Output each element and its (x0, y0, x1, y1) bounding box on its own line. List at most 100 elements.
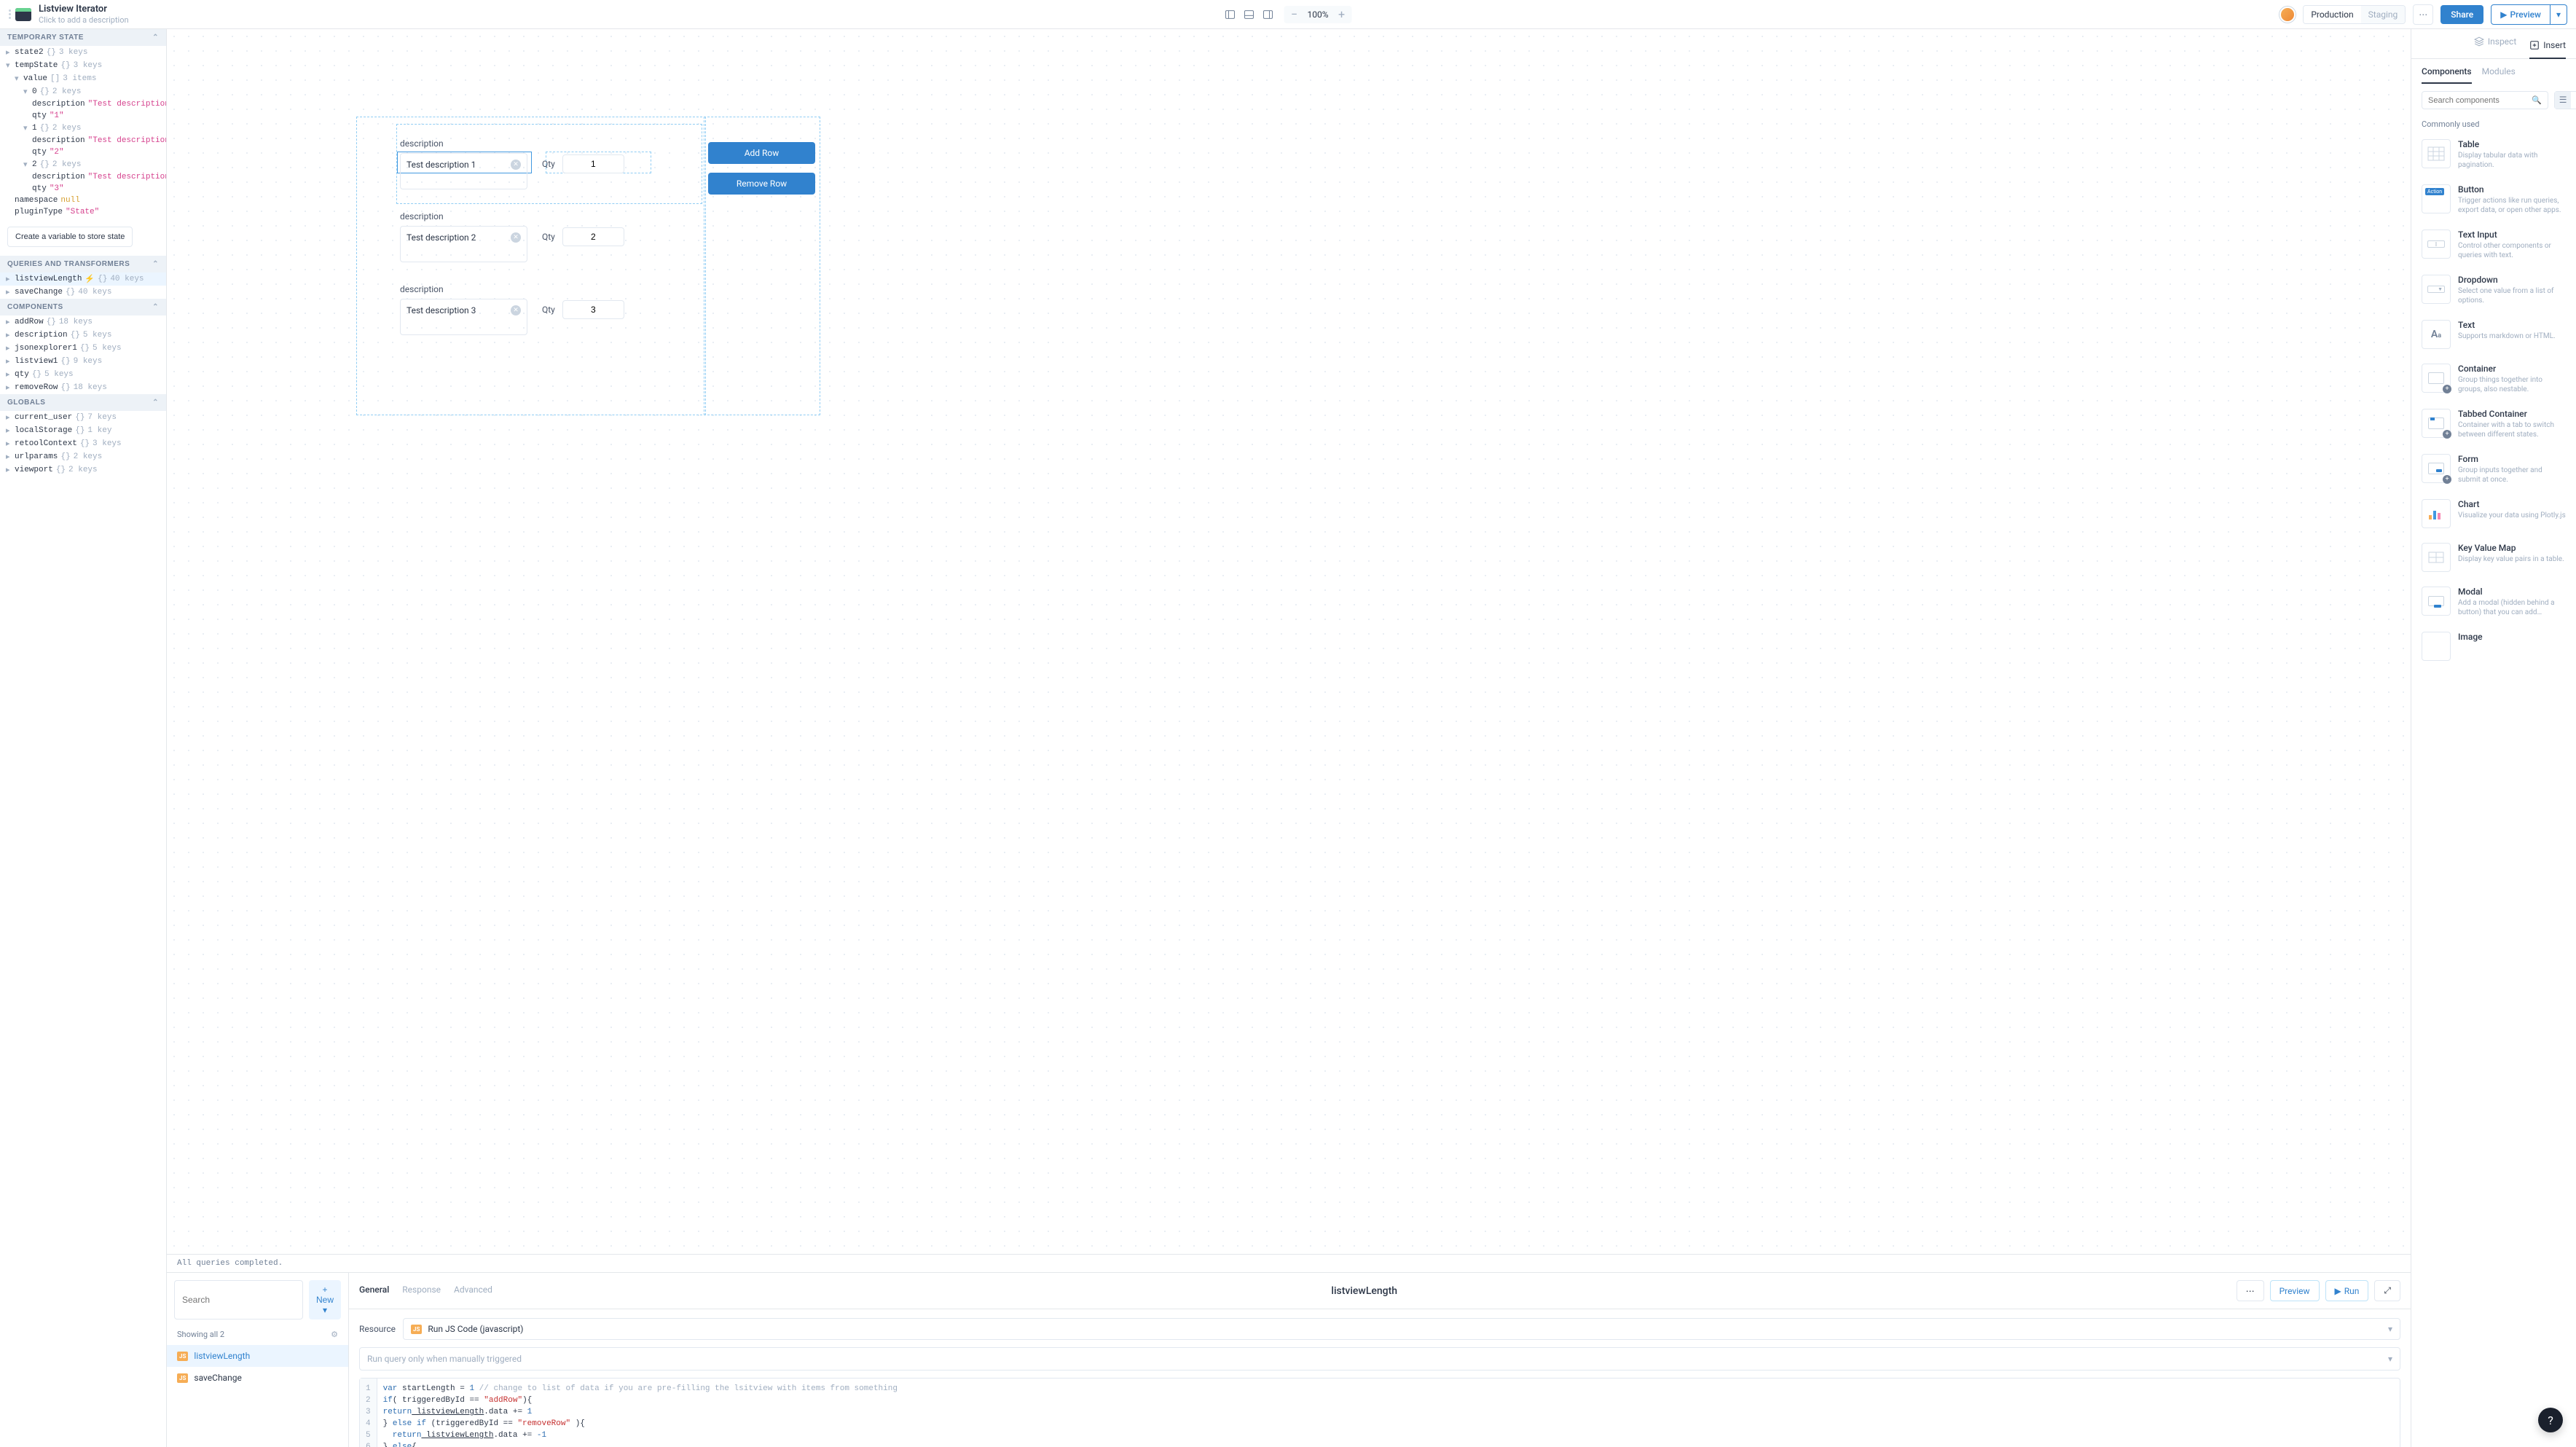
tree-global-urlparams[interactable]: ▸urlparams {} 2 keys (0, 450, 166, 463)
description-input[interactable]: Test description 1✕ (400, 153, 527, 189)
component-dropdown[interactable]: ▼DropdownSelect one value from a list of… (2422, 267, 2566, 313)
tree-item-2-desc[interactable]: description "Test description 3" (0, 171, 166, 183)
query-search-input[interactable] (174, 1280, 303, 1319)
env-staging[interactable]: Staging (2361, 6, 2406, 23)
subtab-modules[interactable]: Modules (2482, 66, 2516, 84)
new-query-button[interactable]: + New ▾ (309, 1280, 341, 1319)
component-text-input[interactable]: IText InputControl other components or q… (2422, 222, 2566, 267)
section-queries[interactable]: QUERIES AND TRANSFORMERS⌃ (0, 256, 166, 272)
tree-state2[interactable]: ▸state2 {} 3 keys (0, 46, 166, 59)
tree-comp-addrow[interactable]: ▸addRow {} 18 keys (0, 315, 166, 329)
qty-input[interactable] (562, 227, 624, 246)
tree-query-listviewlength[interactable]: ▸listviewLength ⚡ {} 40 keys (0, 272, 166, 286)
query-expand-button[interactable]: ⤢ (2374, 1280, 2400, 1301)
component-table[interactable]: TableDisplay tabular data with paginatio… (2422, 132, 2566, 177)
preview-button[interactable]: ▶ Preview (2491, 4, 2551, 25)
user-avatar[interactable] (2279, 7, 2296, 23)
query-title[interactable]: listviewLength (1331, 1285, 1397, 1297)
list-view-button[interactable]: ☰ (2555, 92, 2572, 109)
tab-response[interactable]: Response (402, 1285, 441, 1298)
tree-global-viewport[interactable]: ▸viewport {} 2 keys (0, 463, 166, 477)
more-menu-button[interactable]: ⋯ (2413, 4, 2433, 25)
query-preview-button[interactable]: Preview (2270, 1280, 2320, 1301)
app-subtitle[interactable]: Click to add a description (39, 15, 129, 25)
section-temporary-state[interactable]: TEMPORARY STATE⌃ (0, 29, 166, 46)
tree-tempstate[interactable]: ▾tempState {} 3 keys (0, 59, 166, 72)
tree-value[interactable]: ▾value [] 3 items (0, 72, 166, 85)
tree-item-0-desc[interactable]: description "Test description 1" (0, 98, 166, 110)
toggle-right-panel-icon[interactable] (1262, 9, 1273, 20)
tree-global-currentuser[interactable]: ▸current_user {} 7 keys (0, 411, 166, 424)
section-globals[interactable]: GLOBALS⌃ (0, 394, 166, 411)
component-tabbed-container[interactable]: +Tabbed ContainerContainer with a tab to… (2422, 401, 2566, 447)
tree-query-savechange[interactable]: ▸saveChange {} 40 keys (0, 286, 166, 299)
tree-comp-listview[interactable]: ▸listview1 {} 9 keys (0, 355, 166, 368)
add-row-button[interactable]: Add Row (708, 142, 815, 164)
grid-view-button[interactable]: ▦ (2571, 92, 2576, 109)
tree-item-1-desc[interactable]: description "Test description 2" (0, 135, 166, 146)
listview-row[interactable]: description Test description 1✕ Qty (400, 138, 624, 189)
create-variable-button[interactable]: Create a variable to store state (7, 227, 133, 247)
remove-row-button[interactable]: Remove Row (708, 173, 815, 195)
subtab-components[interactable]: Components (2422, 66, 2472, 84)
help-button[interactable]: ? (2538, 1408, 2563, 1432)
qty-input[interactable] (562, 154, 624, 173)
drag-handle-icon[interactable] (9, 9, 11, 19)
app-title[interactable]: Listview Iterator (39, 4, 129, 15)
toggle-left-panel-icon[interactable] (1224, 9, 1236, 20)
tree-item-1-qty[interactable]: qty "2" (0, 146, 166, 158)
env-production[interactable]: Production (2304, 6, 2360, 23)
tree-comp-description[interactable]: ▸description {} 5 keys (0, 329, 166, 342)
component-modal[interactable]: ModalAdd a modal (hidden behind a button… (2422, 579, 2566, 624)
component-chart[interactable]: ChartVisualize your data using Plotly.js (2422, 492, 2566, 536)
tree-item-1[interactable]: ▾1 {} 2 keys (0, 122, 166, 135)
query-editor-panel: General Response Advanced listviewLength… (349, 1273, 2411, 1447)
preview-dropdown[interactable]: ▾ (2551, 4, 2567, 25)
tree-global-retoolcontext[interactable]: ▸retoolContext {} 3 keys (0, 437, 166, 450)
component-container[interactable]: +ContainerGroup things together into gro… (2422, 356, 2566, 401)
tree-comp-removerow[interactable]: ▸removeRow {} 18 keys (0, 381, 166, 394)
clear-input-icon[interactable]: ✕ (511, 232, 521, 243)
listview-row[interactable]: description Test description 2✕ Qty (400, 211, 624, 262)
clear-input-icon[interactable]: ✕ (511, 305, 521, 315)
zoom-in-button[interactable]: + (1335, 7, 1349, 22)
query-more-button[interactable]: ⋯ (2237, 1280, 2264, 1301)
tree-item-0-qty[interactable]: qty "1" (0, 110, 166, 122)
component-search-input[interactable] (2428, 96, 2532, 105)
trigger-select[interactable]: Run query only when manually triggered▾ (359, 1347, 2400, 1370)
clear-input-icon[interactable]: ✕ (511, 160, 521, 170)
query-item-savechange[interactable]: JSsaveChange (167, 1367, 348, 1389)
tree-comp-qty[interactable]: ▸qty {} 5 keys (0, 368, 166, 381)
code-editor[interactable]: 1234567 var startLength = 1 // change to… (359, 1378, 2400, 1447)
component-button[interactable]: ActionButtonTrigger actions like run que… (2422, 177, 2566, 222)
component-keyvalue[interactable]: Key Value MapDisplay key value pairs in … (2422, 536, 2566, 579)
component-text[interactable]: AaTextSupports markdown or HTML. (2422, 313, 2566, 356)
design-canvas[interactable]: description Test description 1✕ Qty desc… (167, 29, 2411, 1254)
tab-insert[interactable]: Insert (2529, 36, 2566, 59)
query-item-listviewlength[interactable]: JSlistviewLength (167, 1345, 348, 1367)
tab-inspect[interactable]: Inspect (2474, 36, 2516, 51)
section-components[interactable]: COMPONENTS⌃ (0, 299, 166, 315)
resource-select[interactable]: JSRun JS Code (javascript)▾ (403, 1318, 2400, 1340)
tree-item-2-qty[interactable]: qty "3" (0, 183, 166, 195)
listview-row[interactable]: description Test description 3✕ Qty (400, 284, 624, 335)
query-run-button[interactable]: ▶ Run (2325, 1280, 2369, 1301)
description-input[interactable]: Test description 2✕ (400, 226, 527, 262)
description-input[interactable]: Test description 3✕ (400, 299, 527, 335)
app-icon (15, 8, 31, 21)
tab-advanced[interactable]: Advanced (454, 1285, 492, 1298)
tree-global-localstorage[interactable]: ▸localStorage {} 1 key (0, 424, 166, 437)
query-filter-icon[interactable]: ⚙ (331, 1330, 338, 1339)
tree-item-0[interactable]: ▾0 {} 2 keys (0, 85, 166, 98)
tree-plugintype[interactable]: pluginType "State" (0, 206, 166, 218)
zoom-out-button[interactable]: − (1287, 7, 1301, 22)
share-button[interactable]: Share (2440, 5, 2483, 24)
tree-comp-jsonexplorer[interactable]: ▸jsonexplorer1 {} 5 keys (0, 342, 166, 355)
component-image[interactable]: Image (2422, 624, 2566, 668)
tree-namespace[interactable]: namespace null (0, 195, 166, 206)
qty-input[interactable] (562, 300, 624, 319)
tab-general[interactable]: General (359, 1285, 389, 1298)
tree-item-2[interactable]: ▾2 {} 2 keys (0, 158, 166, 171)
component-form[interactable]: +FormGroup inputs together and submit at… (2422, 447, 2566, 492)
toggle-bottom-panel-icon[interactable] (1243, 9, 1254, 20)
